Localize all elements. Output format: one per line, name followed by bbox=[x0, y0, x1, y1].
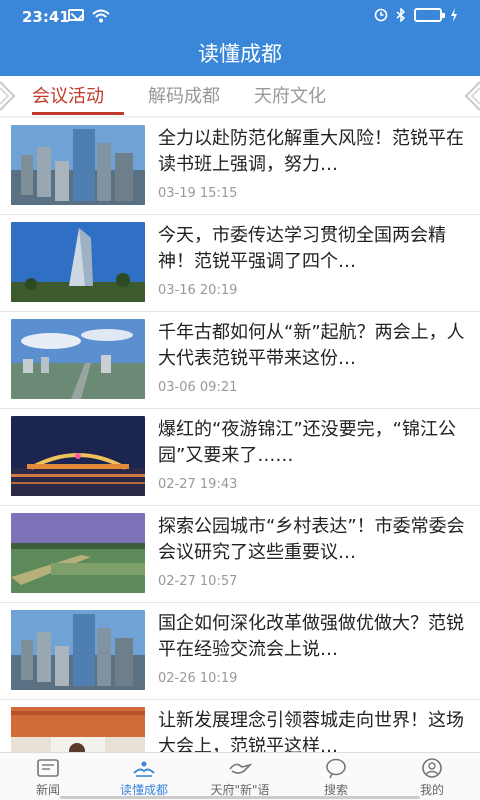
bottom-nav: 新闻 读懂成都 天府"新"语 搜索 我的 bbox=[0, 752, 480, 800]
bird-icon bbox=[229, 763, 252, 774]
book-icon bbox=[133, 761, 155, 777]
search-icon bbox=[326, 758, 346, 779]
article-item[interactable]: 爆红的“夜游锦江”还没要完，“锦江公园”又要来了…… 02-27 19:43 bbox=[0, 409, 480, 506]
article-thumbnail bbox=[11, 222, 145, 302]
article-item[interactable]: 让新发展理念引领蓉城走向世界！这场大会上，范锐平这样… bbox=[0, 700, 480, 752]
article-date: 02-27 19:43 bbox=[158, 477, 238, 492]
home-indicator[interactable] bbox=[60, 796, 420, 799]
status-bar: 23:41 bbox=[0, 0, 480, 32]
nav-tianfu-new-words[interactable]: 天府"新"语 bbox=[192, 753, 288, 800]
bluetooth-icon bbox=[396, 8, 406, 22]
article-thumbnail bbox=[11, 513, 145, 593]
article-title: 探索公园城市“乡村表达”！市委常委会会议研究了这些重要议… bbox=[158, 516, 465, 563]
article-date: 03-06 09:21 bbox=[158, 380, 238, 395]
article-item[interactable]: 今天，市委传达学习贯彻全国两会精神！范锐平强调了四个… 03-16 20:19 bbox=[0, 215, 480, 312]
tab-meetings[interactable]: 会议活动 bbox=[32, 82, 104, 108]
article-list: 全力以赴防范化解重大风险！范锐平在读书班上强调，努力… 03-19 15:15 … bbox=[0, 116, 480, 752]
article-thumbnail bbox=[11, 610, 145, 690]
article-title: 今天，市委传达学习贯彻全国两会精神！范锐平强调了四个… bbox=[158, 225, 446, 272]
tab-tianfu-culture[interactable]: 天府文化 bbox=[254, 82, 326, 108]
article-title: 国企如何深化改革做强做优做大？范锐平在经验交流会上说… bbox=[158, 613, 464, 660]
status-left-icons bbox=[68, 9, 110, 23]
article-item[interactable]: 探索公园城市“乡村表达”！市委常委会会议研究了这些重要议… 02-27 10:5… bbox=[0, 506, 480, 603]
battery-icon bbox=[414, 8, 445, 22]
profile-icon bbox=[422, 758, 442, 778]
nav-read-chengdu[interactable]: 读懂成都 bbox=[96, 753, 192, 800]
article-date: 02-26 10:19 bbox=[158, 671, 238, 686]
app-screen: 23:41 读懂成都 会议活动 解码成都 天府文化 全力以赴防范化解重大风险！范… bbox=[0, 0, 480, 800]
article-thumbnail bbox=[11, 319, 145, 399]
article-title: 让新发展理念引领蓉城走向世界！这场大会上，范锐平这样… bbox=[158, 710, 464, 752]
tab-decode-chengdu[interactable]: 解码成都 bbox=[148, 82, 220, 108]
status-right-icons bbox=[374, 8, 458, 22]
category-tabs: 会议活动 解码成都 天府文化 bbox=[0, 76, 480, 116]
page-title: 读懂成都 bbox=[0, 32, 480, 76]
nav-news[interactable]: 新闻 bbox=[0, 753, 96, 800]
nav-profile[interactable]: 我的 bbox=[384, 753, 480, 800]
mail-icon bbox=[68, 9, 84, 21]
news-icon bbox=[37, 759, 59, 777]
article-title: 千年古都如何从“新”起航？两会上，人大代表范锐平带来这份… bbox=[158, 322, 465, 369]
wifi-icon bbox=[92, 9, 110, 23]
article-item[interactable]: 千年古都如何从“新”起航？两会上，人大代表范锐平带来这份… 03-06 09:2… bbox=[0, 312, 480, 409]
article-date: 02-27 10:57 bbox=[158, 574, 238, 589]
ornament-right-icon bbox=[464, 81, 480, 111]
article-date: 03-16 20:19 bbox=[158, 283, 238, 298]
charging-icon bbox=[451, 8, 457, 22]
article-title: 爆红的“夜游锦江”还没要完，“锦江公园”又要来了…… bbox=[158, 419, 456, 466]
ornament-left-icon bbox=[0, 81, 16, 111]
active-tab-indicator bbox=[32, 112, 124, 115]
article-thumbnail bbox=[11, 707, 145, 752]
article-item[interactable]: 全力以赴防范化解重大风险！范锐平在读书班上强调，努力… 03-19 15:15 bbox=[0, 118, 480, 215]
nav-search[interactable]: 搜索 bbox=[288, 753, 384, 800]
article-date: 03-19 15:15 bbox=[158, 186, 238, 201]
article-item[interactable]: 国企如何深化改革做强做优做大？范锐平在经验交流会上说… 02-26 10:19 bbox=[0, 603, 480, 700]
article-thumbnail bbox=[11, 416, 145, 496]
alarm-icon bbox=[374, 8, 388, 22]
article-thumbnail bbox=[11, 125, 145, 205]
article-title: 全力以赴防范化解重大风险！范锐平在读书班上强调，努力… bbox=[158, 128, 464, 175]
status-time: 23:41 bbox=[22, 8, 70, 26]
